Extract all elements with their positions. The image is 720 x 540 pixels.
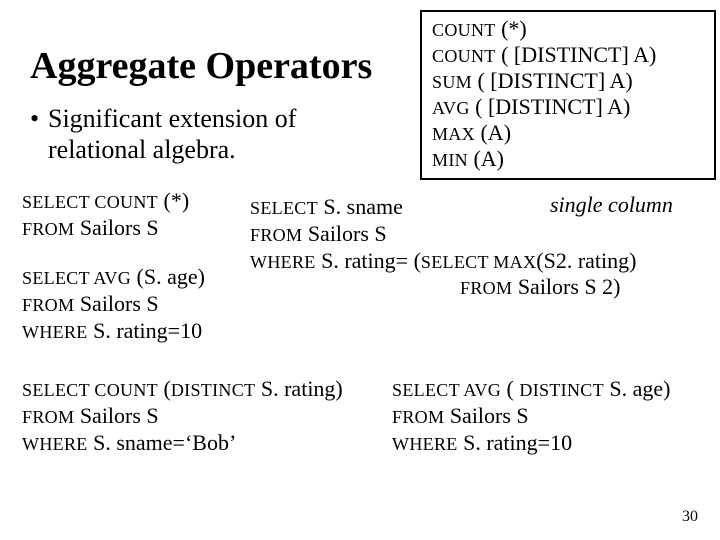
- query-2: SELECT AVG (S. age) FROM Sailors S WHERE…: [22, 264, 205, 344]
- q4-r1b: S. rating): [255, 376, 342, 401]
- query-4: SELECT COUNT (DISTINCT S. rating) FROM S…: [22, 376, 343, 456]
- q5-line-2: FROM Sailors S: [392, 403, 671, 430]
- q3-line-4: FROM Sailors S 2): [250, 274, 636, 301]
- slide-title: Aggregate Operators: [30, 44, 372, 88]
- opbox-row-3: SUM ( [DISTINCT] A): [432, 68, 704, 94]
- q4-kw3: WHERE: [22, 434, 88, 454]
- q5-line-3: WHERE S. rating=10: [392, 430, 671, 457]
- q1-kw2: FROM: [22, 219, 74, 239]
- q3-line-3: WHERE S. rating= (SELECT MAX(S2. rating): [250, 248, 636, 275]
- q1-kw1: SELECT COUNT: [22, 192, 158, 212]
- query-5: SELECT AVG ( DISTINCT S. age) FROM Sailo…: [392, 376, 671, 456]
- q5-r2: Sailors S: [444, 403, 528, 428]
- q4-kw1b: DISTINCT: [171, 380, 256, 400]
- q2-kw2: FROM: [22, 295, 74, 315]
- q3-line-2: FROM Sailors S: [250, 221, 636, 248]
- query-1: SELECT COUNT (*) FROM Sailors S: [22, 188, 189, 242]
- opbox-kw-2: COUNT: [432, 46, 496, 66]
- q4-r3: S. sname=‘Bob’: [88, 430, 237, 455]
- q3-r1: S. sname: [318, 194, 403, 219]
- q2-kw1: SELECT AVG: [22, 268, 131, 288]
- q4-r1a: (: [158, 376, 171, 401]
- q5-kw3: WHERE: [392, 434, 458, 454]
- q1-r1: (*): [158, 188, 189, 213]
- q5-r1a: (: [501, 376, 519, 401]
- q3-r3a: S. rating= (: [316, 248, 421, 273]
- q5-kw2: FROM: [392, 407, 444, 427]
- q2-kw3: WHERE: [22, 322, 88, 342]
- q3-kw1: SELECT: [250, 198, 318, 218]
- q2-r1: (S. age): [131, 264, 205, 289]
- opbox-rest-3: ( [DISTINCT] A): [472, 68, 633, 93]
- q5-line-1: SELECT AVG ( DISTINCT S. age): [392, 376, 671, 403]
- q5-kw1b: DISTINCT: [519, 380, 604, 400]
- q1-line-2: FROM Sailors S: [22, 215, 189, 242]
- opbox-kw-4: AVG: [432, 98, 470, 118]
- bullet-line-2: relational algebra.: [48, 135, 236, 164]
- bullet-marker: •: [30, 104, 48, 135]
- q1-r2: Sailors S: [74, 215, 158, 240]
- opbox-row-4: AVG ( [DISTINCT] A): [432, 94, 704, 120]
- bullet-indent: [30, 135, 48, 166]
- opbox-row-5: MAX (A): [432, 120, 704, 146]
- q5-r1b: S. age): [604, 376, 671, 401]
- q4-kw2: FROM: [22, 407, 74, 427]
- q5-kw1: SELECT AVG: [392, 380, 501, 400]
- opbox-rest-6: (A): [468, 146, 504, 171]
- opbox-row-1: COUNT (*): [432, 16, 704, 42]
- opbox-rest-1: (*): [496, 16, 527, 41]
- opbox-rest-4: ( [DISTINCT] A): [470, 94, 631, 119]
- opbox-kw-3: SUM: [432, 72, 472, 92]
- q3-kw4: FROM: [460, 278, 512, 298]
- opbox-rest-5: (A): [475, 120, 511, 145]
- q3-kw2: FROM: [250, 225, 302, 245]
- q2-line-2: FROM Sailors S: [22, 291, 205, 318]
- q2-line-3: WHERE S. rating=10: [22, 318, 205, 345]
- bullet-line-1: Significant extension of: [48, 104, 296, 133]
- bullet-text: •Significant extension of relational alg…: [30, 104, 296, 165]
- q3-kw3b: SELECT MAX: [421, 252, 536, 272]
- opbox-kw-6: MIN: [432, 150, 468, 170]
- q4-line-2: FROM Sailors S: [22, 403, 343, 430]
- q2-line-1: SELECT AVG (S. age): [22, 264, 205, 291]
- page-number: 30: [682, 508, 698, 526]
- q4-kw1: SELECT COUNT: [22, 380, 158, 400]
- opbox-row-6: MIN (A): [432, 146, 704, 172]
- q3-r2: Sailors S: [302, 221, 386, 246]
- q3-r4: Sailors S 2): [512, 274, 620, 299]
- q4-line-3: WHERE S. sname=‘Bob’: [22, 430, 343, 457]
- opbox-rest-2: ( [DISTINCT] A): [496, 42, 657, 67]
- opbox-row-2: COUNT ( [DISTINCT] A): [432, 42, 704, 68]
- q3-kw3: WHERE: [250, 252, 316, 272]
- q2-r2: Sailors S: [74, 291, 158, 316]
- opbox-kw-5: MAX: [432, 124, 475, 144]
- q5-r3: S. rating=10: [458, 430, 572, 455]
- q1-line-1: SELECT COUNT (*): [22, 188, 189, 215]
- q4-r2: Sailors S: [74, 403, 158, 428]
- q4-line-1: SELECT COUNT (DISTINCT S. rating): [22, 376, 343, 403]
- aggregate-operators-box: COUNT (*) COUNT ( [DISTINCT] A) SUM ( [D…: [420, 10, 716, 180]
- q2-r3: S. rating=10: [88, 318, 202, 343]
- single-column-note: single column: [550, 192, 673, 218]
- opbox-kw-1: COUNT: [432, 20, 496, 40]
- slide: Aggregate Operators •Significant extensi…: [0, 0, 720, 540]
- q3-r3b: (S2. rating): [536, 248, 636, 273]
